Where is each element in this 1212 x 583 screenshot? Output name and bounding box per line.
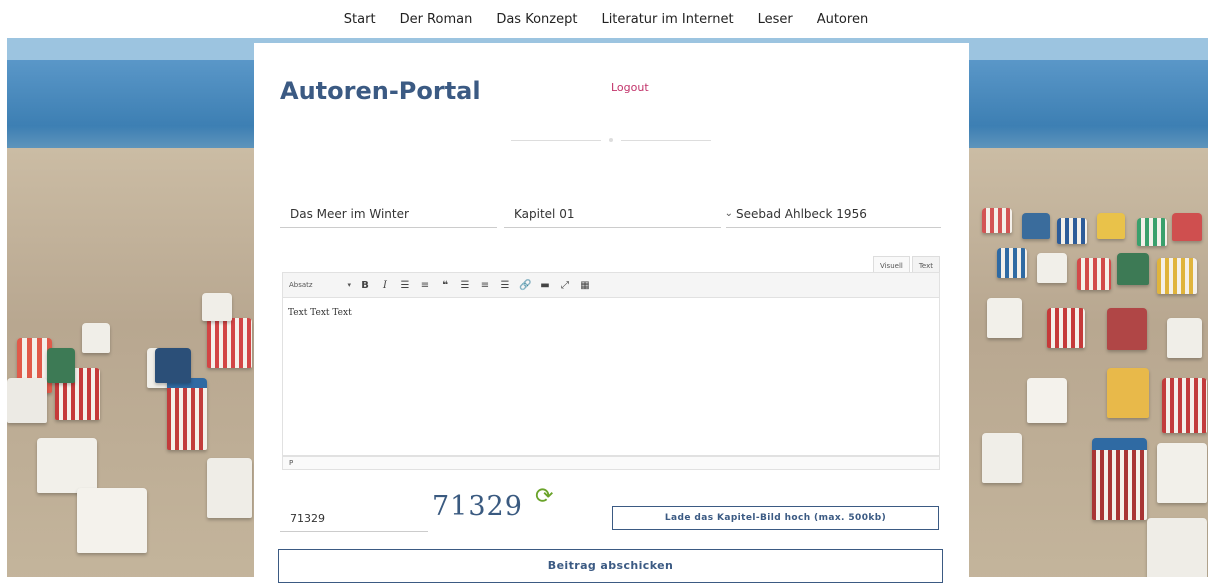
beach-chair: [1027, 378, 1067, 423]
beach-chair: [1107, 308, 1147, 350]
novel-title-field[interactable]: Das Meer im Winter: [280, 200, 497, 228]
link-icon[interactable]: 🔗: [519, 280, 531, 291]
bold-icon[interactable]: B: [359, 280, 371, 291]
upload-image-button[interactable]: Lade das Kapitel-Bild hoch (max. 500kb): [612, 506, 939, 530]
top-navigation: Start Der Roman Das Konzept Literatur im…: [0, 0, 1212, 38]
beach-chair: [82, 323, 110, 353]
beach-chair: [987, 298, 1022, 338]
page-title: Autoren-Portal: [280, 77, 481, 105]
align-left-icon[interactable]: ☰: [459, 280, 471, 291]
beach-chair: [167, 378, 207, 450]
beach-chair: [207, 458, 252, 518]
beach-chair: [1157, 258, 1197, 294]
decorative-divider: [511, 138, 711, 142]
editor-content[interactable]: Text Text Text: [282, 298, 940, 456]
beach-chair: [1117, 253, 1149, 285]
logout-link[interactable]: Logout: [611, 81, 649, 94]
align-right-icon[interactable]: ☰: [499, 280, 511, 291]
beach-chair: [37, 438, 97, 493]
nav-autoren[interactable]: Autoren: [817, 12, 868, 27]
beach-chair: [997, 248, 1027, 278]
toolbar-toggle-icon[interactable]: ▦: [579, 280, 591, 291]
beach-chair: [47, 348, 75, 383]
nav-start[interactable]: Start: [344, 12, 376, 27]
beach-chair: [1077, 258, 1111, 290]
beach-chair: [1162, 378, 1207, 433]
beach-chair: [202, 293, 232, 321]
beach-chair: [77, 488, 147, 553]
format-select-value: Absatz: [289, 281, 313, 289]
beach-chair: [7, 378, 47, 423]
beach-chair: [207, 318, 252, 368]
beach-chair: [1022, 213, 1050, 239]
read-more-icon[interactable]: ▬: [539, 280, 551, 291]
beach-chair: [155, 348, 191, 383]
refresh-icon[interactable]: ⟳: [535, 484, 553, 509]
beach-chair: [1037, 253, 1067, 283]
editor-status-path: P: [282, 456, 940, 470]
beach-chair: [1167, 318, 1202, 358]
blockquote-icon[interactable]: ❝: [439, 280, 451, 291]
author-portal-card: Autoren-Portal Logout Das Meer im Winter…: [254, 43, 969, 583]
beach-chair: [1057, 218, 1087, 244]
italic-icon[interactable]: I: [379, 280, 391, 291]
align-center-icon[interactable]: ≡: [479, 280, 491, 291]
bullet-list-icon[interactable]: ☰: [399, 280, 411, 291]
chapter-select-value: Kapitel 01: [514, 207, 575, 221]
beach-chair: [1097, 213, 1125, 239]
format-select[interactable]: Absatz ▾: [289, 281, 351, 289]
submit-button[interactable]: Beitrag abschicken: [278, 549, 943, 583]
caret-down-icon: ▾: [347, 281, 351, 289]
captcha-input[interactable]: 71329: [280, 505, 428, 532]
beach-chair: [982, 433, 1022, 483]
beach-chair: [1047, 308, 1085, 348]
nav-das-konzept[interactable]: Das Konzept: [496, 12, 577, 27]
beach-chair: [1172, 213, 1202, 241]
beach-chair: [1107, 368, 1149, 418]
editor-toolbar: Absatz ▾ B I ☰ ≡ ❝ ☰ ≡ ☰ 🔗 ▬ ⤢ ▦: [282, 272, 940, 298]
fullscreen-icon[interactable]: ⤢: [559, 280, 571, 291]
beach-chair: [1137, 218, 1167, 246]
numbered-list-icon[interactable]: ≡: [419, 280, 431, 291]
beach-chair: [1092, 438, 1147, 520]
nav-leser[interactable]: Leser: [758, 12, 793, 27]
chapter-title-field[interactable]: Seebad Ahlbeck 1956: [726, 200, 941, 228]
beach-chair: [982, 208, 1012, 233]
beach-chair: [1147, 518, 1207, 577]
nav-der-roman[interactable]: Der Roman: [400, 12, 473, 27]
beach-chair: [1157, 443, 1207, 503]
captcha-image: 71329: [432, 491, 523, 522]
chapter-select[interactable]: Kapitel 01 ⌄: [504, 200, 733, 228]
nav-literatur[interactable]: Literatur im Internet: [601, 12, 733, 27]
